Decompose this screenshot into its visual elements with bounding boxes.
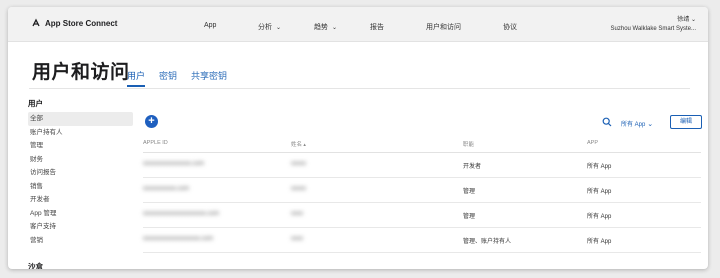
- page-title: 用户和访问: [32, 62, 130, 83]
- cell-apple-id: xxxxxxxxxxxxxxxxxxxxx.com: [143, 211, 220, 217]
- cell-app: 所有 App: [587, 214, 612, 220]
- cell-app: 所有 App: [587, 239, 612, 245]
- table-row[interactable]: xxxxxxxxxxxxxxxxxxx.com xxxx 管理、账户持有人 所有…: [143, 228, 701, 253]
- edit-button[interactable]: 编辑: [670, 115, 702, 129]
- cell-role: 管理: [463, 189, 476, 195]
- table-row[interactable]: xxxxxxxxxxxxxxxxxxxxx.com xxxx 管理 所有 App: [143, 203, 701, 228]
- cell-apple-id: xxxxxxxxxxx.com: [143, 186, 190, 192]
- cell-name: xxxx: [291, 236, 303, 242]
- users-table: APPLE ID 姓名 职能 APP xxxxxxxxxxxxxxxx.com …: [143, 134, 701, 253]
- cell-app: 所有 App: [587, 189, 612, 195]
- cell-role: 管理、账户持有人: [463, 239, 512, 245]
- nav-trends[interactable]: 趋势: [314, 22, 337, 32]
- app-window: App Store Connect App 分析 趋势 报告 用户和访问 协议 …: [8, 7, 708, 269]
- app-store-logo-icon: [32, 18, 40, 27]
- cell-app: 所有 App: [587, 164, 612, 170]
- nav-users-and-access[interactable]: 用户和访问: [426, 22, 461, 32]
- tab-shared-secret[interactable]: 共享密钥: [191, 69, 227, 87]
- sidebar-item-sales[interactable]: 销售: [28, 180, 133, 194]
- nav-reports[interactable]: 报告: [370, 22, 384, 32]
- sidebar-item-all[interactable]: 全部: [28, 112, 133, 126]
- search-icon[interactable]: [602, 117, 612, 127]
- brand-name: App Store Connect: [45, 18, 118, 28]
- sidebar-item-finance[interactable]: 财务: [28, 153, 133, 167]
- sidebar-item-admin[interactable]: 管理: [28, 139, 133, 153]
- brand[interactable]: App Store Connect: [31, 18, 117, 28]
- top-navigation-bar: App Store Connect App 分析 趋势 报告 用户和访问 协议 …: [8, 7, 708, 42]
- nav-agreements[interactable]: 协议: [503, 22, 517, 32]
- cell-role: 管理: [463, 214, 476, 220]
- sidebar-item-app-manager[interactable]: App 管理: [28, 207, 133, 221]
- table-row[interactable]: xxxxxxxxxxxxxxxx.com xxxxx 开发者 所有 App: [143, 153, 701, 178]
- cell-name: xxxx: [291, 211, 303, 217]
- page-tabs: 用户 密钥 共享密钥: [127, 69, 227, 87]
- cell-apple-id: xxxxxxxxxxxxxxxxxxx.com: [143, 236, 214, 242]
- sidebar-item-account-holder[interactable]: 账户持有人: [28, 126, 133, 140]
- title-divider: [29, 88, 690, 89]
- sidebar: 用户 全部 账户持有人 管理 财务 访问报告 销售 开发者 App 管理 客户支…: [28, 98, 133, 269]
- sidebar-item-customer-support[interactable]: 客户支持: [28, 220, 133, 234]
- tab-keys[interactable]: 密钥: [159, 69, 177, 87]
- sidebar-heading-sandbox[interactable]: 沙盒: [28, 261, 43, 269]
- account-name: 徐靖: [611, 16, 696, 25]
- table-header: APPLE ID 姓名 职能 APP: [143, 134, 701, 153]
- account-menu[interactable]: 徐靖 Suzhou Walklake Smart Syste...: [611, 16, 696, 34]
- app-filter-dropdown[interactable]: 所有 App: [621, 119, 653, 128]
- nav-app[interactable]: App: [204, 22, 216, 29]
- sidebar-item-developer[interactable]: 开发者: [28, 193, 133, 207]
- add-user-button[interactable]: +: [145, 115, 158, 128]
- sidebar-heading-users: 用户: [28, 99, 43, 108]
- table-row[interactable]: xxxxxxxxxxx.com xxxxx 管理 所有 App: [143, 178, 701, 203]
- cell-name: xxxxx: [291, 186, 306, 192]
- column-apple-id[interactable]: APPLE ID: [143, 140, 168, 146]
- sidebar-item-access-to-reports[interactable]: 访问报告: [28, 166, 133, 180]
- column-role[interactable]: 职能: [463, 140, 474, 148]
- column-app[interactable]: APP: [587, 140, 598, 146]
- cell-name: xxxxx: [291, 161, 306, 167]
- cell-apple-id: xxxxxxxxxxxxxxxx.com: [143, 161, 205, 167]
- sidebar-item-marketing[interactable]: 营销: [28, 234, 133, 248]
- tab-users[interactable]: 用户: [127, 69, 146, 87]
- cell-role: 开发者: [463, 164, 482, 170]
- account-organization: Suzhou Walklake Smart Syste...: [610, 26, 696, 32]
- nav-analytics[interactable]: 分析: [258, 22, 281, 32]
- column-name[interactable]: 姓名: [291, 140, 306, 148]
